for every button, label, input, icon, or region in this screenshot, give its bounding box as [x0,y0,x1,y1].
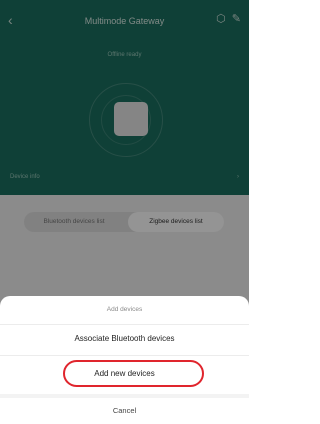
sheet-title: Add devices [106,306,143,313]
associate-bluetooth-devices-option[interactable]: Associate Bluetooth devices [0,334,249,343]
cancel-button[interactable]: Cancel [0,406,249,415]
divider [0,324,249,325]
gateway-screen: ‹ Multimode Gateway ⬡ ✎ Offline ready De… [0,0,249,424]
add-devices-sheet: Add devices Associate Bluetooth devices … [0,296,249,424]
divider [0,355,249,356]
cancel-separator [0,394,249,398]
add-new-devices-option[interactable]: Add new devices [0,369,249,378]
